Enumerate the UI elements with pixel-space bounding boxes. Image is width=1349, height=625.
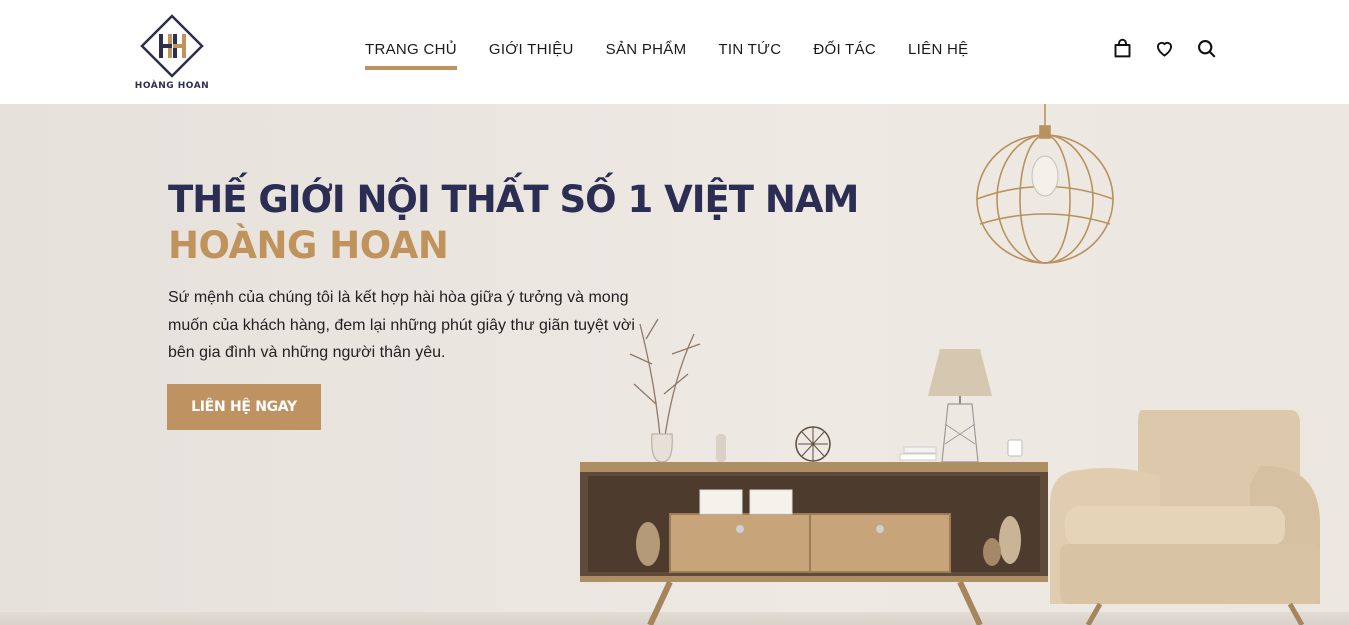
- nav-item-news[interactable]: TIN TỨC: [718, 40, 781, 70]
- heart-icon[interactable]: [1152, 36, 1176, 60]
- nav-item-contact[interactable]: LIÊN HỆ: [908, 40, 968, 70]
- sideboard-icon: [580, 462, 1048, 625]
- main-nav: TRANG CHỦ GIỚI THIỆU SẢN PHẨM TIN TỨC ĐỐ…: [365, 40, 1000, 70]
- nav-item-partners[interactable]: ĐỐI TÁC: [813, 40, 876, 70]
- books-icon: [899, 453, 937, 461]
- armchair-icon: [1050, 410, 1320, 625]
- search-icon[interactable]: [1194, 36, 1218, 60]
- figurine-icon: [716, 434, 726, 462]
- header-actions: [1110, 36, 1218, 60]
- nav-item-home[interactable]: TRANG CHỦ: [365, 40, 457, 70]
- table-lamp-icon: [928, 349, 992, 463]
- hero-banner: THẾ GIỚI NỘI THẤT SỐ 1 VIỆT NAM HOÀNG HO…: [0, 104, 1349, 625]
- logo-mark-icon: [140, 14, 204, 78]
- nav-item-about[interactable]: GIỚI THIỆU: [489, 40, 574, 70]
- hero-title: THẾ GIỚI NỘI THẤT SỐ 1 VIỆT NAM: [168, 178, 859, 221]
- contact-now-button[interactable]: LIÊN HỆ NGAY: [167, 384, 321, 430]
- hero-brand-line: HOÀNG HOAN: [168, 224, 449, 267]
- cup-icon: [1007, 439, 1023, 457]
- logo-text: HOÀNG HOAN: [134, 81, 210, 91]
- pendant-lamp-icon: [976, 104, 1114, 264]
- logo[interactable]: HOÀNG HOAN: [128, 14, 216, 92]
- nav-item-products[interactable]: SẢN PHẨM: [606, 40, 687, 70]
- site-header: HOÀNG HOAN TRANG CHỦ GIỚI THIỆU SẢN PHẨM…: [0, 0, 1349, 104]
- shopping-bag-icon[interactable]: [1110, 36, 1134, 60]
- hero-description: Sứ mệnh của chúng tôi là kết hợp hài hòa…: [168, 289, 635, 361]
